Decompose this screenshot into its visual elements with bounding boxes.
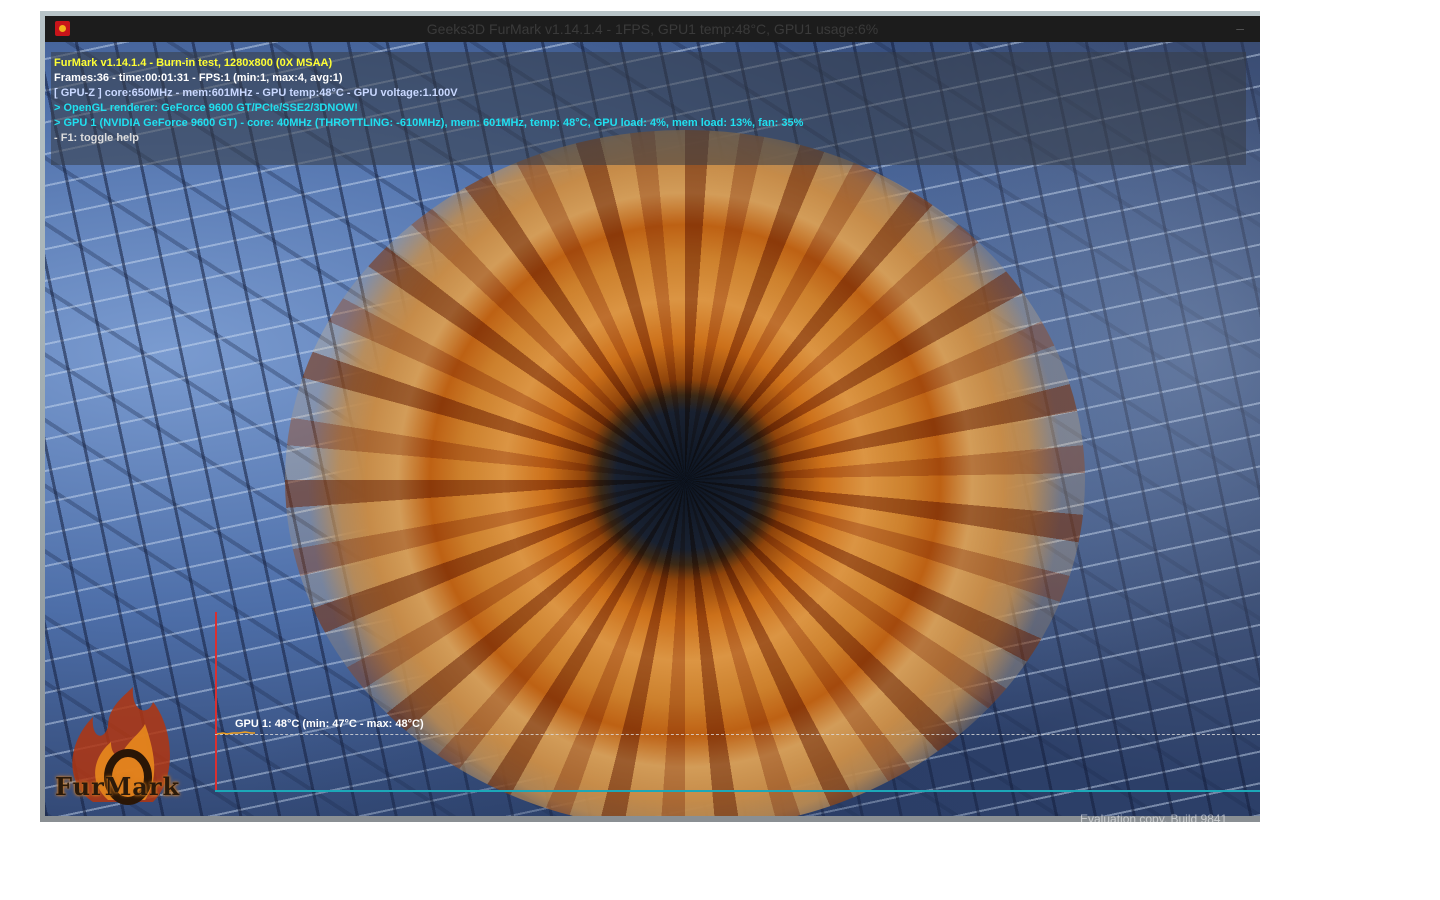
window-title: Geeks3D FurMark v1.14.1.4 - 1FPS, GPU1 t… — [426, 21, 879, 37]
gpu-temp-trace — [217, 731, 255, 735]
desktop-watermark: Evaluation copy. Build 9841 — [1080, 812, 1228, 826]
furmark-window[interactable]: Geeks3D FurMark v1.14.1.4 - 1FPS, GPU1 t… — [45, 16, 1260, 816]
overlay-gpuz-line: [ GPU-Z ] core:650MHz - mem:601MHz - GPU… — [54, 87, 458, 99]
furmark-logo-text: FurMark — [55, 772, 181, 801]
overlay-title-line: FurMark v1.14.1.4 - Burn-in test, 1280x8… — [54, 57, 333, 69]
temperature-graph: GPU 1: 48°C (min: 47°C - max: 48°C) — [215, 612, 1260, 792]
overlay-help-line: - F1: toggle help — [54, 132, 139, 144]
gpu-temp-label: GPU 1: 48°C (min: 47°C - max: 48°C) — [235, 718, 424, 730]
render-viewport: FurMark v1.14.1.4 - Burn-in test, 1280x8… — [45, 42, 1260, 816]
overlay-frames-line: Frames:36 - time:00:01:31 - FPS:1 (min:1… — [54, 72, 343, 84]
minimize-button[interactable]: – — [1236, 16, 1244, 40]
overlay-renderer-line: > OpenGL renderer: GeForce 9600 GT/PCIe/… — [54, 102, 358, 114]
graph-baseline — [215, 790, 1260, 792]
graph-vertical-marker — [215, 612, 217, 792]
furmark-icon[interactable] — [55, 21, 70, 36]
graph-reference-line — [215, 734, 1260, 735]
overlay-gpu-status-line: > GPU 1 (NVIDIA GeForce 9600 GT) - core:… — [54, 117, 804, 129]
window-titlebar[interactable]: Geeks3D FurMark v1.14.1.4 - 1FPS, GPU1 t… — [45, 16, 1260, 42]
